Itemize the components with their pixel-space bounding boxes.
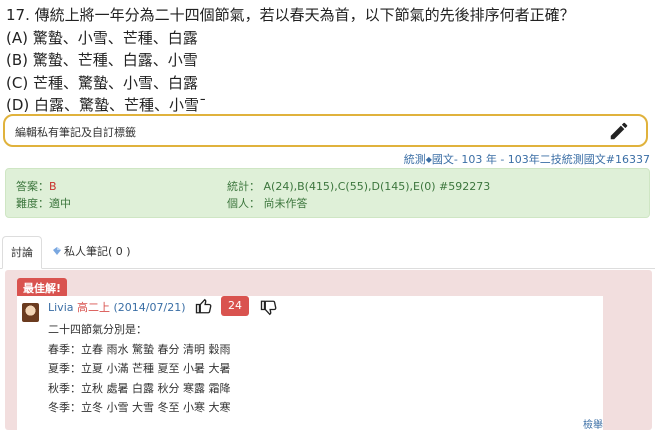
avatar[interactable] [22, 303, 39, 322]
comment-line: 冬季：立冬 小雪 大雪 冬至 小寒 大寒 [48, 401, 231, 414]
question-block: 17. 傳統上將一年分為二十四個節氣，若以春天為首，以下節氣的先後排序何者正確？… [6, 4, 575, 117]
gem-icon [53, 247, 61, 255]
author-line: Livia 高二上 (2014/07/21) [48, 299, 185, 315]
breadcrumb: 統測◆國文- 103 年 - 103年二技統測國文#16337 [404, 151, 650, 167]
comment-line: 夏季：立夏 小滿 芒種 夏至 小暑 大暑 [48, 362, 231, 375]
breadcrumb-link-subject[interactable]: 國文- 103 年 - 103年二技統測國文#16337 [432, 153, 650, 166]
comment-line: 春季：立春 雨水 驚蟄 春分 清明 穀雨 [48, 342, 231, 356]
personal-value: 尚未作答 [263, 197, 308, 210]
answer-label: 答案： [16, 180, 49, 193]
comment-line: 二十四節氣分別是： [48, 323, 147, 336]
statistics-row: 統計： A(24),B(415),C(55),D(145),E(0) #5922… [227, 178, 490, 194]
comment-body: 二十四節氣分別是： 春季：立春 雨水 驚蟄 春分 清明 穀雨 夏季：立夏 小滿 … [48, 320, 230, 418]
option-b: (B) 驚蟄、芒種、白露、小雪 [6, 51, 198, 69]
vote-count: 24 [221, 296, 249, 316]
private-notes-label: 私人筆記( 0 ) [64, 245, 131, 258]
author-name[interactable]: Livia [48, 301, 74, 314]
comment-line: 秋季：立秋 處暑 白露 秋分 寒露 霜降 [48, 381, 231, 395]
thumbs-up-icon[interactable] [195, 297, 213, 315]
author-grade: 高二上 [77, 301, 110, 314]
tab-private-notes[interactable]: 私人筆記( 0 ) [44, 236, 139, 267]
pencil-icon[interactable] [608, 120, 630, 142]
breadcrumb-link-exam[interactable]: 統測 [404, 153, 426, 166]
stats-panel: 答案：B 難度：適中 統計： A(24),B(415),C(55),D(145)… [5, 168, 650, 218]
option-c: (C) 芒種、驚蟄、小雪、白露 [6, 73, 198, 92]
private-note-input[interactable]: 編輯私有筆記及自訂標籤 [3, 114, 648, 147]
note-placeholder: 編輯私有筆記及自訂標籤 [15, 126, 136, 139]
difficulty-label: 難度： [16, 197, 49, 210]
tab-bar: 討論 私人筆記( 0 ) [0, 236, 655, 269]
statistics-label: 統計： [227, 180, 260, 193]
personal-row: 個人： 尚未作答 [227, 195, 308, 211]
comment-date: (2014/07/21) [113, 301, 186, 314]
option-a: (A) 驚蟄、小雪、芒種、白露 [6, 28, 198, 47]
difficulty-value: 適中 [49, 197, 71, 210]
question-text: 17. 傳統上將一年分為二十四個節氣，若以春天為首，以下節氣的先後排序何者正確？ [6, 6, 575, 24]
statistics-value: A(24),B(415),C(55),D(145),E(0) #592273 [263, 180, 491, 193]
tab-discussion[interactable]: 討論 [2, 236, 42, 269]
answer-row: 答案：B [16, 178, 57, 194]
thumbs-down-icon[interactable] [260, 299, 278, 317]
difficulty-row: 難度：適中 [16, 195, 71, 211]
best-answer-badge: 最佳解! [17, 278, 68, 298]
best-answer-comment: Livia 高二上 (2014/07/21) 24 二十四節氣分別是： 春季：立… [17, 296, 603, 431]
personal-label: 個人： [227, 197, 260, 210]
answer-value: B [49, 180, 57, 193]
